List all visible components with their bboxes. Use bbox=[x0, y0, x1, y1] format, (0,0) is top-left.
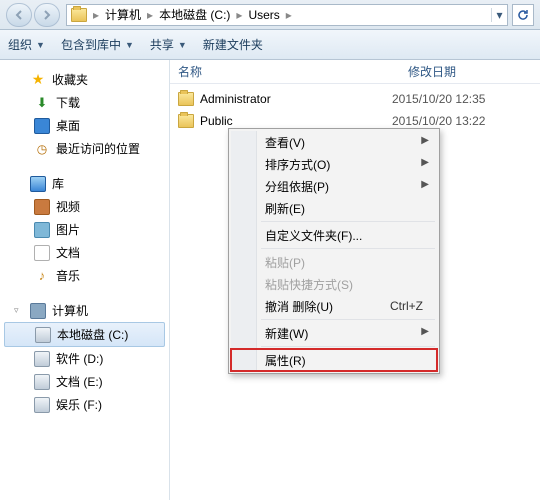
drive-icon bbox=[34, 374, 50, 390]
submenu-arrow-icon: ▶ bbox=[421, 326, 429, 337]
breadcrumb-item[interactable]: 计算机 bbox=[101, 6, 145, 23]
caret-down-icon: ▼ bbox=[36, 40, 45, 50]
sidebar-item-music[interactable]: ♪音乐 bbox=[0, 264, 169, 287]
context-menu-item-label: 粘贴快捷方式(S) bbox=[265, 276, 353, 293]
context-menu-item-label: 刷新(E) bbox=[265, 200, 305, 217]
context-menu-item-label: 排序方式(O) bbox=[265, 156, 330, 173]
context-menu-item[interactable]: 排序方式(O) ▶ bbox=[231, 153, 437, 175]
sidebar-libraries-group: 库 视频 图片 文档 ♪音乐 bbox=[0, 172, 169, 287]
include-library-menu[interactable]: 包含到库中▼ bbox=[61, 36, 134, 53]
computer-icon bbox=[30, 303, 46, 319]
star-icon: ★ bbox=[30, 72, 46, 88]
expander-icon[interactable]: ▿ bbox=[14, 305, 24, 316]
context-menu-item-label: 撤消 删除(U) bbox=[265, 298, 333, 315]
titlebar: ▸ 计算机 ▸ 本地磁盘 (C:) ▸ Users ▸ ▾ bbox=[0, 0, 540, 30]
context-menu-item[interactable]: 查看(V) ▶ bbox=[231, 131, 437, 153]
refresh-button[interactable] bbox=[512, 4, 534, 26]
context-menu-item: 粘贴(P) bbox=[231, 251, 437, 273]
sidebar-computer-header[interactable]: ▿ 计算机 bbox=[0, 299, 169, 322]
recent-icon: ◷ bbox=[34, 141, 50, 157]
sidebar-item-recent[interactable]: ◷最近访问的位置 bbox=[0, 137, 169, 160]
refresh-icon bbox=[516, 8, 530, 22]
picture-icon bbox=[34, 222, 50, 238]
submenu-arrow-icon: ▶ bbox=[421, 179, 429, 190]
arrow-left-icon bbox=[13, 9, 25, 21]
sidebar-favorites-header[interactable]: ★ 收藏夹 bbox=[0, 68, 169, 91]
share-menu[interactable]: 共享▼ bbox=[150, 36, 187, 53]
context-menu-item-label: 属性(R) bbox=[265, 352, 306, 369]
folder-icon bbox=[71, 8, 87, 22]
caret-down-icon: ▼ bbox=[178, 40, 187, 50]
breadcrumb-item[interactable]: Users bbox=[244, 8, 283, 22]
chevron-right-icon[interactable]: ▸ bbox=[234, 8, 244, 22]
chevron-right-icon[interactable]: ▸ bbox=[284, 8, 294, 22]
sidebar-item-videos[interactable]: 视频 bbox=[0, 195, 169, 218]
context-menu-item-label: 分组依据(P) bbox=[265, 178, 329, 195]
breadcrumb-dropdown[interactable]: ▾ bbox=[491, 8, 507, 22]
context-menu-item[interactable]: 分组依据(P) ▶ bbox=[231, 175, 437, 197]
context-menu-item-label: 新建(W) bbox=[265, 325, 308, 342]
drive-icon bbox=[34, 351, 50, 367]
sidebar-item-desktop[interactable]: 桌面 bbox=[0, 114, 169, 137]
file-row[interactable]: Administrator 2015/10/20 12:35 bbox=[170, 88, 540, 110]
context-menu-item-label: 粘贴(P) bbox=[265, 254, 305, 271]
breadcrumb-item[interactable]: 本地磁盘 (C:) bbox=[155, 6, 234, 23]
context-menu-item: 粘贴快捷方式(S) bbox=[231, 273, 437, 295]
chevron-right-icon[interactable]: ▸ bbox=[91, 8, 101, 22]
sidebar-item-drive-c[interactable]: 本地磁盘 (C:) bbox=[4, 322, 165, 347]
file-name-label: Public bbox=[200, 114, 233, 128]
drive-icon bbox=[34, 397, 50, 413]
submenu-arrow-icon: ▶ bbox=[421, 135, 429, 146]
context-menu-separator bbox=[261, 221, 435, 222]
sidebar-item-drive-e[interactable]: 文档 (E:) bbox=[0, 370, 169, 393]
breadcrumb[interactable]: ▸ 计算机 ▸ 本地磁盘 (C:) ▸ Users ▸ ▾ bbox=[66, 4, 508, 26]
context-menu-item-label: 查看(V) bbox=[265, 134, 305, 151]
context-menu-item[interactable]: 新建(W) ▶ bbox=[231, 322, 437, 344]
file-date-label: 2015/10/20 13:22 bbox=[392, 114, 532, 128]
nav-forward-button[interactable] bbox=[34, 3, 60, 27]
new-folder-button[interactable]: 新建文件夹 bbox=[203, 36, 263, 53]
folder-icon bbox=[178, 92, 194, 106]
submenu-arrow-icon: ▶ bbox=[421, 157, 429, 168]
desktop-icon bbox=[34, 118, 50, 134]
context-menu-item[interactable]: 自定义文件夹(F)... bbox=[231, 224, 437, 246]
column-name[interactable]: 名称 bbox=[170, 63, 400, 80]
sidebar-libraries-header[interactable]: 库 bbox=[0, 172, 169, 195]
sidebar-item-drive-f[interactable]: 娱乐 (F:) bbox=[0, 393, 169, 416]
context-menu: 查看(V) ▶ 排序方式(O) ▶ 分组依据(P) ▶ 刷新(E) 自定义文件夹(F)... 粘… bbox=[228, 128, 440, 374]
toolbar: 组织▼ 包含到库中▼ 共享▼ 新建文件夹 bbox=[0, 30, 540, 60]
download-icon: ⬇ bbox=[34, 95, 50, 111]
column-date[interactable]: 修改日期 bbox=[400, 63, 540, 80]
context-menu-item[interactable]: 属性(R) bbox=[231, 349, 437, 371]
sidebar: ★ 收藏夹 ⬇下载 桌面 ◷最近访问的位置 库 视频 图片 文档 ♪音乐 ▿ 计… bbox=[0, 60, 170, 500]
video-icon bbox=[34, 199, 50, 215]
music-icon: ♪ bbox=[34, 268, 50, 284]
context-menu-item-label: 自定义文件夹(F)... bbox=[265, 227, 362, 244]
organize-menu[interactable]: 组织▼ bbox=[8, 36, 45, 53]
column-headers: 名称 修改日期 bbox=[170, 60, 540, 84]
context-menu-item[interactable]: 刷新(E) bbox=[231, 197, 437, 219]
folder-icon bbox=[178, 114, 194, 128]
drive-icon bbox=[35, 327, 51, 343]
document-icon bbox=[34, 245, 50, 261]
sidebar-favorites-group: ★ 收藏夹 ⬇下载 桌面 ◷最近访问的位置 bbox=[0, 68, 169, 160]
context-menu-separator bbox=[261, 319, 435, 320]
file-name-label: Administrator bbox=[200, 92, 271, 106]
sidebar-computer-group: ▿ 计算机 本地磁盘 (C:) 软件 (D:) 文档 (E:) 娱乐 (F:) bbox=[0, 299, 169, 416]
chevron-right-icon[interactable]: ▸ bbox=[145, 8, 155, 22]
library-icon bbox=[30, 176, 46, 192]
nav-back-button[interactable] bbox=[6, 3, 32, 27]
arrow-right-icon bbox=[41, 9, 53, 21]
context-menu-separator bbox=[261, 248, 435, 249]
sidebar-item-pictures[interactable]: 图片 bbox=[0, 218, 169, 241]
file-date-label: 2015/10/20 12:35 bbox=[392, 92, 532, 106]
context-menu-separator bbox=[261, 346, 435, 347]
context-menu-shortcut: Ctrl+Z bbox=[390, 299, 423, 313]
caret-down-icon: ▼ bbox=[125, 40, 134, 50]
sidebar-item-downloads[interactable]: ⬇下载 bbox=[0, 91, 169, 114]
sidebar-item-drive-d[interactable]: 软件 (D:) bbox=[0, 347, 169, 370]
context-menu-item[interactable]: 撤消 删除(U) Ctrl+Z bbox=[231, 295, 437, 317]
sidebar-item-documents[interactable]: 文档 bbox=[0, 241, 169, 264]
